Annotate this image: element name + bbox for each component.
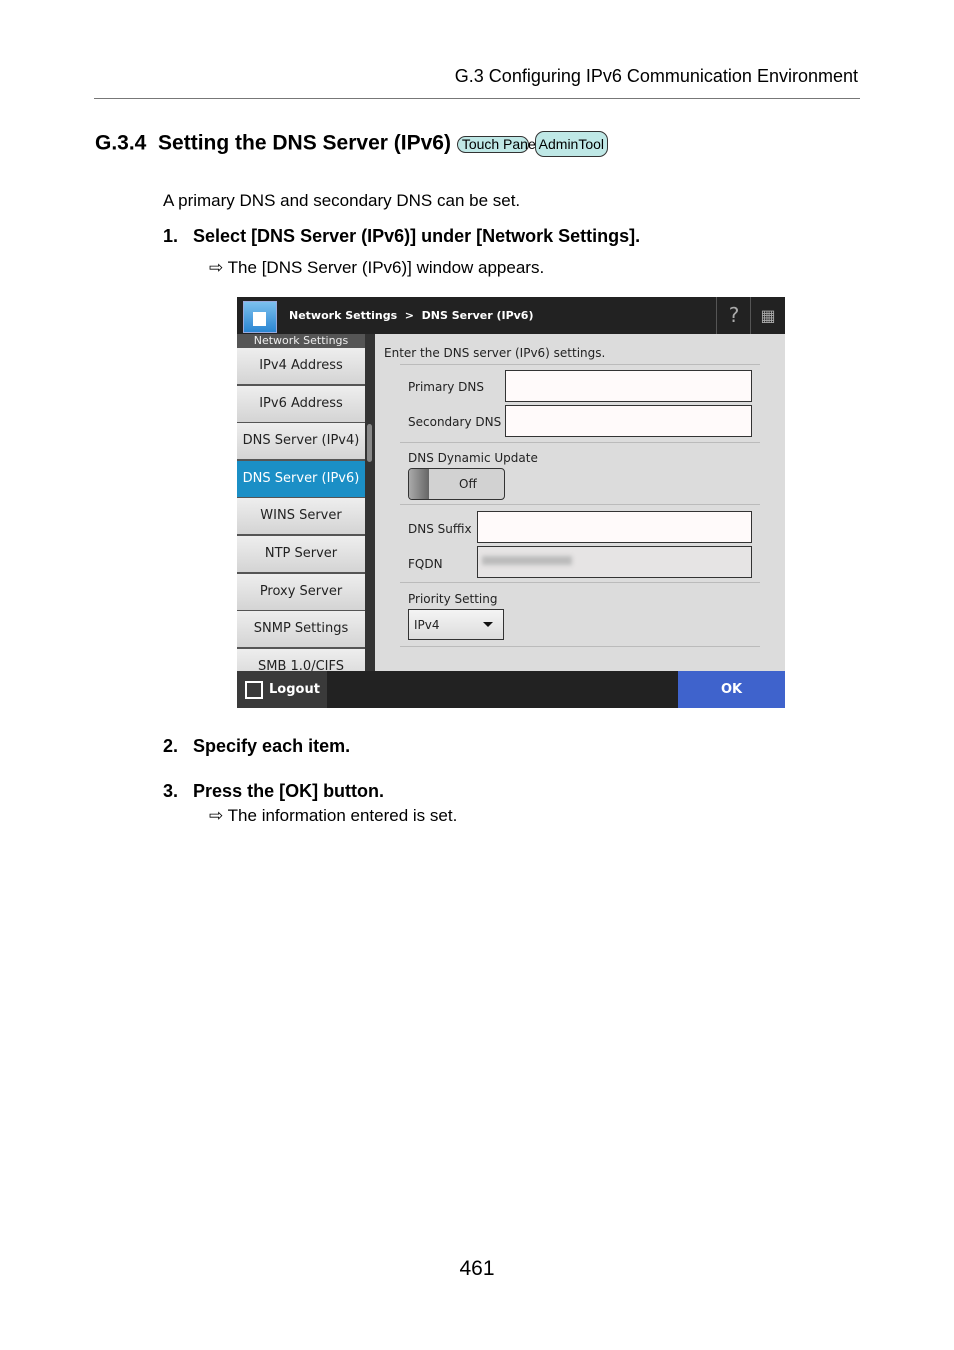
sidebar-item-ipv4-address[interactable]: IPv4 Address [237,348,365,384]
help-icon[interactable]: ? [716,297,751,334]
step-1: 1. Select [DNS Server (IPv6)] under [Net… [163,226,640,247]
step-number: 2. [163,736,179,756]
step-number: 1. [163,226,179,246]
dns-suffix-label: DNS Suffix [408,522,472,536]
priority-setting-dropdown[interactable]: IPv4 [408,609,504,640]
priority-setting-label: Priority Setting [408,592,498,606]
step-3: 3. Press the [OK] button. [163,781,384,802]
logout-label: Logout [269,682,320,697]
running-header: G.3 Configuring IPv6 Communication Envir… [454,66,858,86]
sidebar-item-smb[interactable]: SMB 1.0/CIFS [237,648,365,671]
instruction-text: Enter the DNS server (IPv6) settings. [384,346,606,360]
section-number: G.3.4 [95,131,147,155]
dns-server-ipv6-screen: Network Settings > DNS Server (IPv6) ? ▦… [237,297,785,708]
sidebar-header: Network Settings [253,334,349,347]
result-text: The [DNS Server (IPv6)] window appears. [227,258,545,277]
arrow-icon: ⇨ [209,806,224,825]
step-2: 2. Specify each item. [163,736,350,757]
sidebar-scrollbar[interactable] [365,334,375,671]
sidebar-item-dns-server-ipv4[interactable]: DNS Server (IPv4) [237,423,365,460]
sidebar: Network Settings IPv4 Address IPv6 Addre… [237,334,365,671]
logout-icon [245,680,263,699]
step-text: Specify each item. [193,736,351,756]
sidebar-item-proxy-server[interactable]: Proxy Server [237,573,365,610]
dns-suffix-input[interactable] [477,511,752,543]
chevron-down-icon [483,622,493,627]
divider [400,442,760,443]
fqdn-label: FQDN [408,557,443,571]
admintool-badge: AdminTool [534,131,609,157]
home-icon[interactable] [243,301,277,333]
divider [400,646,760,647]
arrow-icon: ⇨ [209,258,224,277]
scrollbar-thumb[interactable] [367,424,372,462]
section-title: Setting the DNS Server (IPv6) [158,131,451,155]
sidebar-item-wins-server[interactable]: WINS Server [237,498,365,535]
bottom-bar: Logout OK [237,671,785,708]
settings-panel: Enter the DNS server (IPv6) settings. Pr… [375,334,785,671]
priority-value: IPv4 [414,618,440,632]
toggle-state: Off [459,477,477,491]
manual-page: G.3 Configuring IPv6 Communication Envir… [0,0,954,1350]
sidebar-item-ntp-server[interactable]: NTP Server [237,535,365,572]
divider [400,504,760,505]
logout-button[interactable]: Logout [237,671,327,708]
dns-dynamic-update-label: DNS Dynamic Update [408,451,538,465]
toggle-knob [409,469,429,499]
keyboard-icon[interactable]: ▦ [750,297,785,334]
result-text: The information entered is set. [227,806,458,825]
divider [400,582,760,583]
fqdn-field [477,546,752,578]
section-heading: G.3.4 Setting the DNS Server (IPv6) Touc… [95,131,609,157]
secondary-dns-input[interactable] [505,405,752,437]
divider [400,364,760,365]
primary-dns-label: Primary DNS [408,380,485,394]
ok-button[interactable]: OK [678,671,785,708]
step-text: Press the [OK] button. [193,781,385,801]
secondary-dns-label: Secondary DNS [408,415,502,429]
step-1-result: ⇨ The [DNS Server (IPv6)] window appears… [209,258,544,278]
sidebar-item-ipv6-address[interactable]: IPv6 Address [237,385,365,422]
dns-dynamic-update-toggle[interactable]: Off [408,468,505,500]
sidebar-item-dns-server-ipv6[interactable]: DNS Server (IPv6) [237,460,365,497]
step-3-result: ⇨ The information entered is set. [209,806,457,826]
step-text: Select [DNS Server (IPv6)] under [Networ… [193,226,641,246]
header-rule [94,98,860,99]
breadcrumb: Network Settings > DNS Server (IPv6) [289,309,534,322]
step-number: 3. [163,781,179,801]
sidebar-item-snmp-settings[interactable]: SNMP Settings [237,611,365,648]
title-bar: Network Settings > DNS Server (IPv6) ? ▦ [237,297,785,334]
page-number: 461 [459,1257,495,1280]
intro-text: A primary DNS and secondary DNS can be s… [163,191,521,210]
blurred-fqdn [482,556,572,565]
primary-dns-input[interactable] [505,370,752,402]
touch-panel-badge: Touch Panel [456,135,539,153]
